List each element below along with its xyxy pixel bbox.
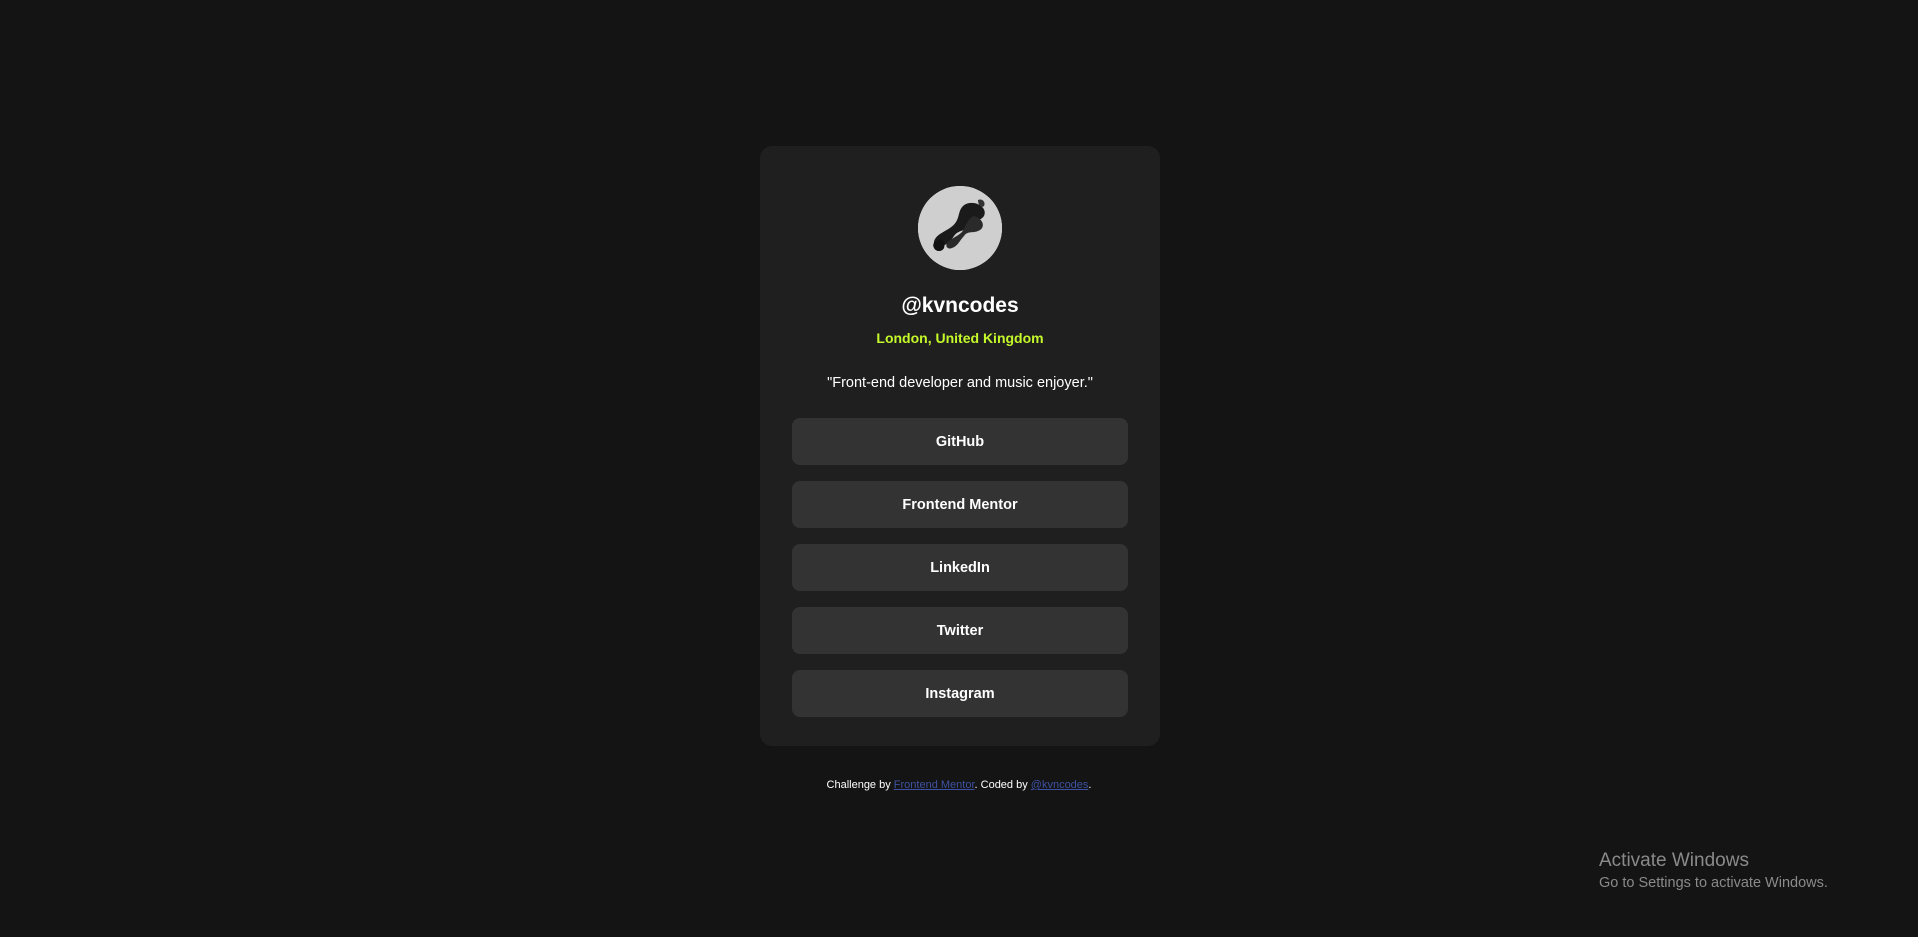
twitter-link-button[interactable]: Twitter — [792, 607, 1128, 654]
challenge-link[interactable]: Frontend Mentor — [894, 779, 975, 791]
footer-middle: . Coded by — [974, 779, 1031, 791]
profile-location: London, United Kingdom — [876, 330, 1044, 346]
watermark-subtitle: Go to Settings to activate Windows. — [1599, 875, 1828, 891]
avatar — [918, 186, 1002, 270]
profile-name: @kvncodes — [901, 294, 1019, 317]
linkedin-link-button[interactable]: LinkedIn — [792, 544, 1128, 591]
social-links: GitHub Frontend Mentor LinkedIn Twitter … — [792, 418, 1128, 733]
frontend-mentor-link-button[interactable]: Frontend Mentor — [792, 481, 1128, 528]
footer-prefix: Challenge by — [826, 779, 894, 791]
avatar-image — [918, 186, 1002, 270]
instagram-link-button[interactable]: Instagram — [792, 670, 1128, 717]
profile-bio: "Front-end developer and music enjoyer." — [827, 375, 1093, 391]
profile-card: @kvncodes London, United Kingdom "Front-… — [760, 146, 1160, 746]
page: @kvncodes London, United Kingdom "Front-… — [0, 0, 1918, 937]
windows-activation-watermark: Activate Windows Go to Settings to activ… — [1599, 849, 1828, 893]
author-link[interactable]: @kvncodes — [1031, 779, 1089, 791]
attribution-footer: Challenge by Frontend Mentor. Coded by @… — [0, 779, 1918, 791]
watermark-title: Activate Windows — [1599, 850, 1749, 871]
github-link-button[interactable]: GitHub — [792, 418, 1128, 465]
footer-suffix: . — [1088, 779, 1092, 791]
